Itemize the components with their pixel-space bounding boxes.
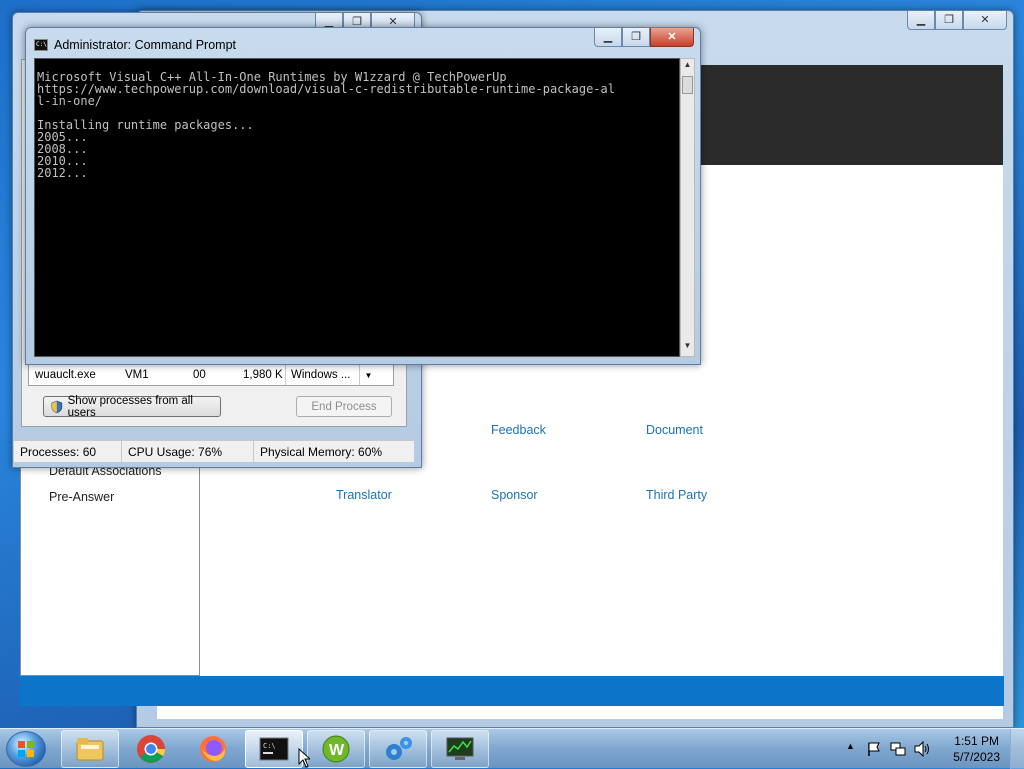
taskbar-windows-explorer[interactable] <box>61 730 119 768</box>
taskbar-gears-app[interactable] <box>369 730 427 768</box>
link-translator[interactable]: Translator <box>336 488 392 502</box>
uac-shield-icon <box>51 400 63 413</box>
taskbar-command-prompt[interactable]: C:\ <box>245 730 303 768</box>
minimize-button[interactable]: ▁ <box>907 11 935 30</box>
volume-icon[interactable] <box>913 741 931 757</box>
taskbar-firefox[interactable] <box>184 730 242 768</box>
close-button[interactable]: ✕ <box>963 11 1007 30</box>
sidebar-item-pre-answer[interactable]: Pre-Answer <box>49 490 114 504</box>
console-line: 2005... <box>37 130 88 144</box>
task-manager-status-bar: Processes: 60 CPU Usage: 76% Physical Me… <box>14 440 414 462</box>
taskbar: C:\ W ▲ 1:51 PM 5/7/2023 <box>0 728 1024 769</box>
folder-icon <box>76 738 104 761</box>
chrome-icon <box>137 735 165 763</box>
scroll-down-arrow-icon[interactable]: ▼ <box>681 341 694 355</box>
app-footer-bar <box>20 676 1004 706</box>
link-document[interactable]: Document <box>646 423 703 437</box>
svg-text:W: W <box>329 742 345 759</box>
action-center-flag-icon[interactable] <box>866 741 882 757</box>
maximize-button[interactable]: ❐ <box>935 11 963 30</box>
cmd-icon: C:\ <box>34 39 48 51</box>
clock-time: 1:51 PM <box>954 734 999 748</box>
scroll-down-arrow-icon[interactable]: ▼ <box>359 365 377 385</box>
windows-logo-icon <box>18 741 34 757</box>
taskbar-w-app[interactable]: W <box>307 730 365 768</box>
cmd-window-controls: ▁ ❐ ✕ <box>594 28 694 47</box>
end-process-button[interactable]: End Process <box>296 396 392 417</box>
console-line: 2008... <box>37 142 88 156</box>
scroll-thumb[interactable] <box>682 76 693 94</box>
app-sidebar: Default Associations Pre-Answer <box>20 460 200 676</box>
link-sponsor[interactable]: Sponsor <box>491 488 538 502</box>
show-all-processes-label: Show processes from all users <box>67 394 193 419</box>
command-prompt-window[interactable]: C:\ Administrator: Command Prompt ▁ ❐ ✕ … <box>25 27 701 365</box>
status-cpu-usage: CPU Usage: 76% <box>122 441 254 462</box>
cmd-title-bar: C:\ Administrator: Command Prompt <box>34 34 236 56</box>
process-description: Windows ... <box>291 369 351 381</box>
taskbar-task-manager[interactable] <box>431 730 489 768</box>
console-line: Installing runtime packages... <box>37 118 254 132</box>
taskbar-chrome[interactable] <box>122 730 180 768</box>
gears-icon <box>386 737 412 760</box>
show-all-processes-button[interactable]: Show processes from all users <box>43 394 221 419</box>
link-feedback[interactable]: Feedback <box>491 423 546 437</box>
task-manager-icon <box>446 737 474 760</box>
cmd-scrollbar[interactable]: ▲ ▼ <box>680 58 695 357</box>
console-line: 2012... <box>37 166 88 180</box>
minimize-button[interactable]: ▁ <box>594 28 622 47</box>
show-hidden-icons-chevron-icon[interactable]: ▲ <box>846 741 855 751</box>
clock-date: 5/7/2023 <box>953 750 1000 764</box>
process-cpu: 00 <box>193 369 206 381</box>
network-icon[interactable] <box>890 741 906 757</box>
process-memory: 1,980 K <box>243 369 283 381</box>
svg-text:C:\: C:\ <box>263 742 276 750</box>
mouse-cursor-icon <box>298 748 310 768</box>
background-window-controls: ▁ ❐ ✕ <box>907 11 1007 30</box>
process-image-name: wuauclt.exe <box>35 369 96 381</box>
maximize-button[interactable]: ❐ <box>622 28 650 47</box>
console-output[interactable]: Microsoft Visual C++ All-In-One Runtimes… <box>34 58 680 357</box>
process-row[interactable]: wuauclt.exe VM1 00 1,980 K Windows ... ▼ <box>28 364 394 386</box>
column-divider <box>285 365 286 385</box>
scroll-up-arrow-icon[interactable]: ▲ <box>681 60 694 74</box>
link-third-party[interactable]: Third Party <box>646 488 707 502</box>
close-button[interactable]: ✕ <box>650 28 694 47</box>
firefox-icon <box>200 736 226 762</box>
system-clock[interactable]: 1:51 PM 5/7/2023 <box>953 733 1000 765</box>
status-processes: Processes: 60 <box>14 441 122 462</box>
process-user: VM1 <box>125 369 149 381</box>
status-physical-memory: Physical Memory: 60% <box>260 444 383 459</box>
w-app-icon: W <box>322 735 350 763</box>
console-line: 2010... <box>37 154 88 168</box>
command-prompt-icon: C:\ <box>259 737 289 761</box>
console-line: l-in-one/ <box>37 94 103 108</box>
start-button[interactable] <box>6 731 46 767</box>
show-desktop-button[interactable] <box>1010 729 1024 769</box>
console-line: https://www.techpowerup.com/download/vis… <box>37 82 615 96</box>
cmd-window-title: Administrator: Command Prompt <box>54 38 237 52</box>
